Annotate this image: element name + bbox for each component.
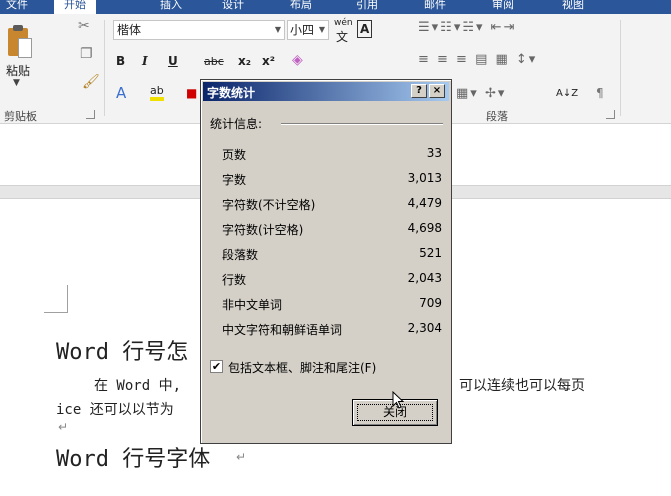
chevron-down-icon: ▼ xyxy=(318,25,325,34)
tab-layout[interactable]: 布局 xyxy=(290,0,312,12)
tab-design[interactable]: 设计 xyxy=(222,0,244,12)
tab-home[interactable]: 开始 xyxy=(54,0,96,14)
word-count-dialog: 字数统计 ? × 统计信息: 页数 33 字数 3,013 字符数(不计空格) … xyxy=(200,79,452,444)
body-line-2[interactable]: ice 还可以以节为 xyxy=(56,399,174,419)
stat-label: 字数 xyxy=(222,173,247,187)
page-margin-marker xyxy=(44,285,68,313)
stat-label: 行数 xyxy=(222,273,247,287)
underline-button[interactable]: U xyxy=(168,54,178,68)
font-name-select[interactable]: 楷体 ▼ xyxy=(113,20,285,40)
paste-icon[interactable] xyxy=(6,24,32,58)
clear-formatting-icon[interactable]: ◈ xyxy=(292,52,303,68)
enclosed-character-icon[interactable]: A xyxy=(357,20,373,38)
stat-row-pages: 页数 33 xyxy=(222,146,442,164)
superscript-button[interactable]: x² xyxy=(262,54,275,68)
heading-2-paragraph-mark: ↵ xyxy=(236,450,247,464)
stat-row-lines: 行数 2,043 xyxy=(222,271,442,289)
stat-value: 4,698 xyxy=(407,221,442,235)
clipboard-group-label: 剪贴板 xyxy=(4,110,37,123)
stat-value: 709 xyxy=(419,296,442,310)
list-buttons-icon[interactable]: ☰▾☷▾☵▾ ⇤⇥ xyxy=(418,20,516,35)
show-marks-icon[interactable]: ¶ xyxy=(596,86,604,100)
dialog-title: 字数统计 xyxy=(207,86,256,100)
tab-file[interactable]: 文件 xyxy=(6,0,28,12)
stat-row-chars-with-spaces: 字符数(计空格) 4,698 xyxy=(222,221,442,239)
font-size-value: 小四 xyxy=(290,23,315,37)
include-textboxes-label[interactable]: 包括文本框、脚注和尾注(F) xyxy=(228,359,376,376)
stat-row-paragraphs: 段落数 521 xyxy=(222,246,442,264)
stat-label: 中文字符和朝鲜语单词 xyxy=(222,323,343,337)
paragraph-launcher-icon[interactable] xyxy=(606,110,615,119)
chevron-down-icon: ▼ xyxy=(274,25,281,34)
stat-value: 4,479 xyxy=(407,196,442,210)
cut-icon[interactable]: ✂ xyxy=(78,18,90,34)
alignment-buttons-icon[interactable]: ≡ ≡ ≡ ▤ ▦ ↕▾ xyxy=(418,52,537,67)
copy-icon[interactable]: ❐ xyxy=(80,46,93,62)
subscript-button[interactable]: x₂ xyxy=(238,54,251,68)
stat-label: 段落数 xyxy=(222,248,259,262)
highlight-icon[interactable]: ab xyxy=(150,84,164,101)
paragraph-mark: ↵ xyxy=(58,420,69,434)
italic-button[interactable]: I xyxy=(142,54,148,68)
stat-value: 2,043 xyxy=(407,271,442,285)
font-name-value: 楷体 xyxy=(117,23,142,37)
ribbon-tab-bar: 文件 开始 插入 设计 布局 引用 邮件 审阅 视图 xyxy=(0,0,671,14)
strikethrough-button[interactable]: abc xyxy=(204,55,224,68)
tab-view[interactable]: 视图 xyxy=(562,0,584,12)
stat-value: 3,013 xyxy=(407,171,442,185)
tab-mailings[interactable]: 邮件 xyxy=(424,0,446,12)
format-painter-icon[interactable]: 🖌 xyxy=(82,74,100,90)
stat-row-words: 字数 3,013 xyxy=(222,171,442,189)
tab-insert[interactable]: 插入 xyxy=(160,0,182,12)
dialog-titlebar[interactable]: 字数统计 ? × xyxy=(203,82,449,101)
bold-button[interactable]: B xyxy=(116,54,125,68)
stat-row-asian-chars: 中文字符和朝鲜语单词 2,304 xyxy=(222,321,442,339)
stat-value: 521 xyxy=(419,246,442,260)
paragraph-group-label: 段落 xyxy=(486,110,508,123)
mouse-pointer-icon xyxy=(392,391,404,409)
stat-label: 页数 xyxy=(222,148,247,162)
text-effects-icon[interactable]: A xyxy=(116,84,126,102)
paste-button-label[interactable]: 粘贴 xyxy=(6,62,30,79)
body-line-1-left[interactable]: 在 Word 中, xyxy=(94,375,181,395)
tab-review[interactable]: 审阅 xyxy=(492,0,514,12)
stat-label: 字符数(计空格) xyxy=(222,223,304,237)
heading-1[interactable]: Word 行号怎 xyxy=(56,334,188,366)
pinyin-guide-label: wén xyxy=(334,18,353,28)
font-color-icon[interactable]: ■ xyxy=(186,86,197,100)
stat-row-non-asian-words: 非中文单词 709 xyxy=(222,296,442,314)
heading-2[interactable]: Word 行号字体 xyxy=(56,441,210,473)
paste-dropdown-icon[interactable]: ▼ xyxy=(13,78,20,88)
body-line-1-right[interactable]: 可以连续也可以每页 xyxy=(459,375,585,395)
border-shading-icon[interactable]: ▦▾ ✢▾ xyxy=(456,86,506,101)
stat-label: 字符数(不计空格) xyxy=(222,198,316,212)
stat-value: 33 xyxy=(426,146,442,160)
stat-value: 2,304 xyxy=(407,321,442,335)
clipboard-launcher-icon[interactable] xyxy=(86,110,95,119)
include-textboxes-checkbox[interactable]: ✔ xyxy=(210,360,223,373)
help-button[interactable]: ? xyxy=(411,84,427,98)
font-size-select[interactable]: 小四 ▼ xyxy=(287,20,329,40)
phonetic-guide-icon[interactable]: 文 xyxy=(336,28,348,45)
stat-row-chars-no-spaces: 字符数(不计空格) 4,479 xyxy=(222,196,442,214)
close-x-button[interactable]: × xyxy=(429,84,445,98)
tab-references[interactable]: 引用 xyxy=(356,0,378,12)
stat-label: 非中文单词 xyxy=(222,298,283,312)
sort-icon[interactable]: A↓Z xyxy=(556,88,578,99)
stats-group-label: 统计信息: xyxy=(210,115,267,132)
group-divider xyxy=(281,123,443,125)
